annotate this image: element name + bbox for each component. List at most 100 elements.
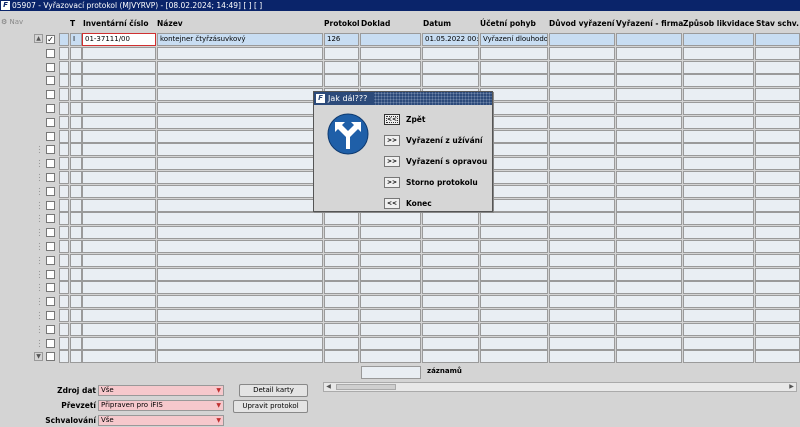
grid-cell[interactable]	[683, 240, 754, 253]
grid-cell[interactable]	[683, 184, 754, 198]
table-row[interactable]	[0, 74, 800, 88]
grid-cell[interactable]	[480, 74, 548, 88]
grid-cell[interactable]	[616, 115, 682, 129]
row-checkbox[interactable]	[46, 131, 55, 141]
grid-cell[interactable]	[82, 88, 156, 102]
grid-cell[interactable]	[59, 281, 69, 295]
grid-cell[interactable]	[616, 157, 682, 171]
grid-cell[interactable]	[157, 212, 323, 226]
t-cell[interactable]: I	[70, 33, 82, 46]
column-header-nazev[interactable]: Název	[157, 19, 183, 28]
protokol-cell[interactable]: 126	[324, 33, 359, 46]
row-indicator-cell[interactable]	[59, 33, 69, 46]
grid-cell[interactable]	[616, 336, 682, 350]
column-header-ucetni-pohyb[interactable]: Účetní pohyb	[480, 19, 536, 28]
grid-cell[interactable]	[82, 322, 156, 336]
grid-cell[interactable]	[59, 240, 69, 253]
grid-cell[interactable]	[82, 309, 156, 322]
table-row-active[interactable]: ✓ I 01-37111/00 kontejner čtyřzásuvkový …	[0, 33, 800, 46]
grid-cell[interactable]	[616, 143, 682, 157]
grid-cell[interactable]	[616, 198, 682, 212]
ucetni-pohyb-cell[interactable]: Vyřazení dlouhodol	[480, 33, 548, 46]
grid-cell[interactable]	[755, 336, 800, 350]
prevzeti-select[interactable]: Připraven pro iFIS ▼	[98, 400, 224, 411]
grid-cell[interactable]	[82, 226, 156, 240]
grid-cell[interactable]	[480, 212, 548, 226]
grid-cell[interactable]	[616, 102, 682, 115]
column-header-vyrazeni-firma[interactable]: Vyřazení - firma	[616, 19, 683, 28]
grid-cell[interactable]	[683, 74, 754, 88]
grid-cell[interactable]	[82, 240, 156, 253]
grid-cell[interactable]	[157, 157, 323, 171]
grid-cell[interactable]	[70, 295, 82, 309]
grid-cell[interactable]	[59, 74, 69, 88]
grid-cell[interactable]	[755, 102, 800, 115]
grid-cell[interactable]	[59, 171, 69, 184]
grid-cell[interactable]	[616, 46, 682, 60]
grid-cell[interactable]	[82, 267, 156, 281]
grid-cell[interactable]	[683, 212, 754, 226]
grid-cell[interactable]	[683, 350, 754, 364]
grid-cell[interactable]	[422, 74, 479, 88]
scroll-right-arrow[interactable]: ▶	[787, 383, 796, 391]
grid-cell[interactable]	[683, 336, 754, 350]
grid-cell[interactable]	[616, 295, 682, 309]
grid-cell[interactable]	[324, 267, 359, 281]
grid-cell[interactable]	[82, 74, 156, 88]
row-checkbox[interactable]	[46, 76, 55, 86]
grid-cell[interactable]	[755, 198, 800, 212]
table-row[interactable]	[0, 281, 800, 295]
grid-cell[interactable]	[82, 336, 156, 350]
grid-cell[interactable]	[755, 253, 800, 267]
table-row[interactable]	[0, 226, 800, 240]
grid-cell[interactable]	[82, 102, 156, 115]
table-row[interactable]	[0, 322, 800, 336]
grid-cell[interactable]	[480, 309, 548, 322]
grid-cell[interactable]	[755, 240, 800, 253]
grid-cell[interactable]	[616, 253, 682, 267]
grid-cell[interactable]	[324, 240, 359, 253]
dialog-option-button[interactable]: >>	[384, 135, 400, 146]
grid-cell[interactable]	[360, 336, 421, 350]
grid-cell[interactable]	[70, 171, 82, 184]
grid-cell[interactable]	[70, 281, 82, 295]
grid-cell[interactable]	[70, 102, 82, 115]
grid-cell[interactable]	[324, 295, 359, 309]
grid-cell[interactable]	[59, 129, 69, 143]
column-header-protokol[interactable]: Protokol	[324, 19, 360, 28]
grid-cell[interactable]	[422, 226, 479, 240]
grid-cell[interactable]	[480, 267, 548, 281]
dialog-option-button[interactable]: >>	[384, 177, 400, 188]
grid-cell[interactable]	[683, 157, 754, 171]
grid-cell[interactable]	[755, 322, 800, 336]
dialog-option-label[interactable]: Konec	[406, 199, 432, 208]
zpusob-likvidace-cell[interactable]	[683, 33, 754, 46]
table-row[interactable]	[0, 60, 800, 74]
grid-cell[interactable]	[755, 184, 800, 198]
grid-cell[interactable]	[549, 350, 615, 364]
grid-cell[interactable]	[755, 88, 800, 102]
grid-cell[interactable]	[683, 115, 754, 129]
dialog-option-button[interactable]: <<	[384, 114, 400, 125]
grid-cell[interactable]	[82, 350, 156, 364]
grid-cell[interactable]	[616, 226, 682, 240]
grid-cell[interactable]	[59, 253, 69, 267]
table-row[interactable]	[0, 240, 800, 253]
grid-cell[interactable]	[422, 253, 479, 267]
grid-cell[interactable]	[549, 171, 615, 184]
grid-cell[interactable]	[480, 60, 548, 74]
grid-cell[interactable]	[480, 240, 548, 253]
grid-cell[interactable]	[70, 309, 82, 322]
table-row[interactable]	[0, 309, 800, 322]
grid-cell[interactable]	[59, 350, 69, 364]
grid-cell[interactable]	[360, 253, 421, 267]
table-row[interactable]	[0, 253, 800, 267]
grid-cell[interactable]	[616, 240, 682, 253]
grid-cell[interactable]	[157, 350, 323, 364]
row-checkbox[interactable]	[46, 145, 55, 155]
grid-cell[interactable]	[422, 295, 479, 309]
column-header-inventarni-cislo[interactable]: Inventární číslo	[83, 19, 149, 28]
grid-cell[interactable]	[82, 46, 156, 60]
grid-cell[interactable]	[755, 143, 800, 157]
table-row[interactable]	[0, 295, 800, 309]
